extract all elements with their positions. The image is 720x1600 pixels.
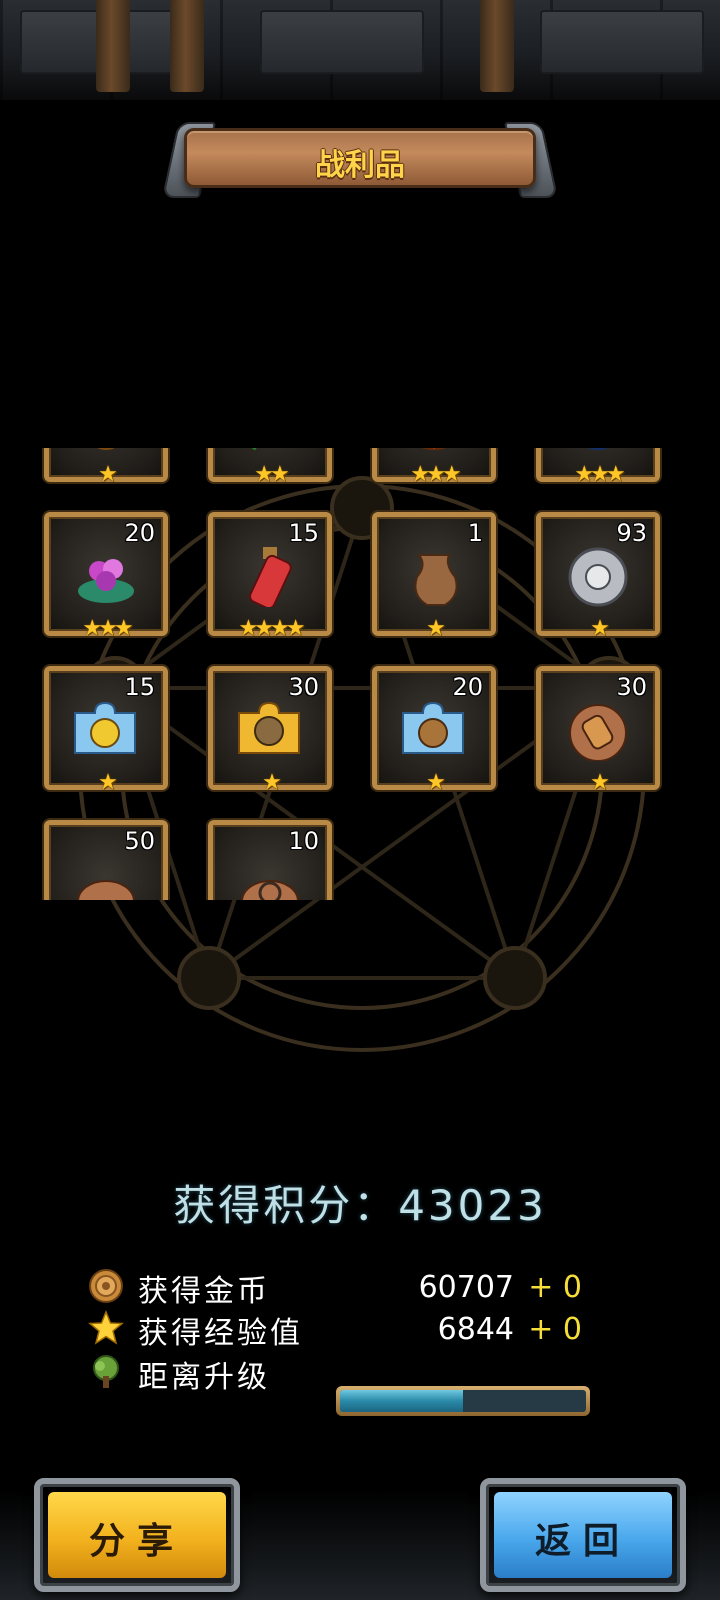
share-button-label: 分享 <box>88 1521 185 1562</box>
item-count: 50 <box>124 827 155 855</box>
item-count: 15 <box>288 519 319 547</box>
gold-bonus: + 0 <box>528 1270 582 1305</box>
item-count: 10 <box>288 827 319 855</box>
level-label: 距离升级 <box>138 1360 270 1395</box>
top-wall-decoration <box>0 0 720 100</box>
gold-row: 获得金币 60707 + 0 <box>88 1266 598 1309</box>
exp-row: 获得经验值 6844 + 0 <box>88 1308 598 1351</box>
level-progress-bar <box>336 1386 590 1416</box>
loot-grid[interactable]: ★ ★★ ★★★ ★★★ 20 ★★★ 15 ★★★★ 1 ★ 93 ★ 15 ★ 30 ★ 20 ★ 30 ★ 50 1… <box>40 448 680 900</box>
loot-item-blue-puzzle-piece-2[interactable]: 20 ★ <box>372 666 496 795</box>
green-herb-icon <box>251 448 257 451</box>
item-count: 30 <box>288 673 319 701</box>
loot-item-blue-orb[interactable]: ★★★ <box>536 448 660 487</box>
red-potion-icon <box>249 547 292 607</box>
item-star-rating: ★ <box>98 462 118 487</box>
loot-item-purple-flower[interactable]: 20 ★★★ <box>44 512 168 641</box>
exp-value: 6844 <box>437 1312 514 1347</box>
loot-item-green-herb[interactable]: ★★ <box>208 448 332 487</box>
gold-value: 60707 <box>418 1270 514 1305</box>
loot-item-golden-pear[interactable]: ★ <box>44 448 168 487</box>
purple-flower-icon <box>78 559 134 603</box>
level-progress-fill <box>340 1390 463 1412</box>
wall-stone <box>260 10 424 74</box>
loot-item-silver-coin[interactable]: 93 ★ <box>536 512 660 641</box>
silver-coin-icon <box>568 547 628 607</box>
page-title: 战利品 <box>315 148 405 183</box>
exp-label: 获得经验值 <box>138 1316 303 1351</box>
item-star-rating: ★★ <box>254 462 289 487</box>
clay-urn-icon <box>414 554 458 606</box>
loot-item-gold-puzzle-piece[interactable]: 30 ★ <box>208 666 332 795</box>
gold-coin-icon <box>89 1269 123 1303</box>
star-icon <box>88 1310 124 1345</box>
item-star-rating: ★ <box>98 770 118 795</box>
loot-item-gauntlet-token[interactable]: 30 ★ <box>536 666 660 795</box>
score-total: 获得积分：43023 <box>173 1181 547 1230</box>
exp-bonus: + 0 <box>528 1312 582 1347</box>
item-count: 30 <box>616 673 647 701</box>
item-count: 15 <box>124 673 155 701</box>
loot-item-bowl-token[interactable]: 50 <box>44 820 168 900</box>
back-button[interactable]: 返回 <box>480 1478 686 1592</box>
ring-token-icon <box>241 880 299 900</box>
wall-pillar <box>170 0 204 92</box>
share-button[interactable]: 分享 <box>34 1478 240 1592</box>
blue-puzzle-piece-icon <box>74 701 136 754</box>
item-star-rating: ★ <box>426 770 446 795</box>
item-star-rating: ★★★ <box>574 462 625 487</box>
item-star-rating: ★ <box>590 770 610 795</box>
gold-label: 获得金币 <box>138 1274 270 1309</box>
loot-item-blue-puzzle-piece[interactable]: 15 ★ <box>44 666 168 795</box>
item-count: 20 <box>452 673 483 701</box>
item-count: 93 <box>616 519 647 547</box>
item-star-rating: ★★★ <box>82 616 133 641</box>
gold-puzzle-piece-icon <box>238 701 300 754</box>
back-button-label: 返回 <box>534 1521 631 1562</box>
loot-item-clay-urn[interactable]: 1 ★ <box>372 512 496 641</box>
loot-item-red-potion[interactable]: 15 ★★★★ <box>208 512 332 641</box>
loot-item-pumpkin[interactable]: ★★★ <box>372 448 496 487</box>
item-count: 20 <box>124 519 155 547</box>
title-banner: 战利品 <box>161 122 559 198</box>
level-progress-track <box>340 1390 586 1412</box>
blue-orb-icon <box>588 448 608 450</box>
wall-pillar <box>96 0 130 92</box>
tree-icon <box>93 1355 119 1388</box>
loot-item-ring-token[interactable]: 10 <box>208 820 332 900</box>
golden-pear-icon <box>97 448 115 450</box>
gauntlet-token-icon <box>569 704 627 761</box>
blue-puzzle-piece-2-icon <box>402 701 464 754</box>
wall-stone <box>540 10 704 74</box>
item-star-rating: ★★★★ <box>238 616 306 641</box>
item-star-rating: ★★★ <box>410 462 461 487</box>
item-star-rating: ★ <box>262 770 282 795</box>
bowl-token-icon <box>77 880 135 900</box>
item-count: 1 <box>467 519 483 547</box>
item-star-rating: ★ <box>426 616 446 641</box>
wall-pillar <box>480 0 514 92</box>
pumpkin-icon <box>422 448 446 450</box>
item-star-rating: ★ <box>590 616 610 641</box>
